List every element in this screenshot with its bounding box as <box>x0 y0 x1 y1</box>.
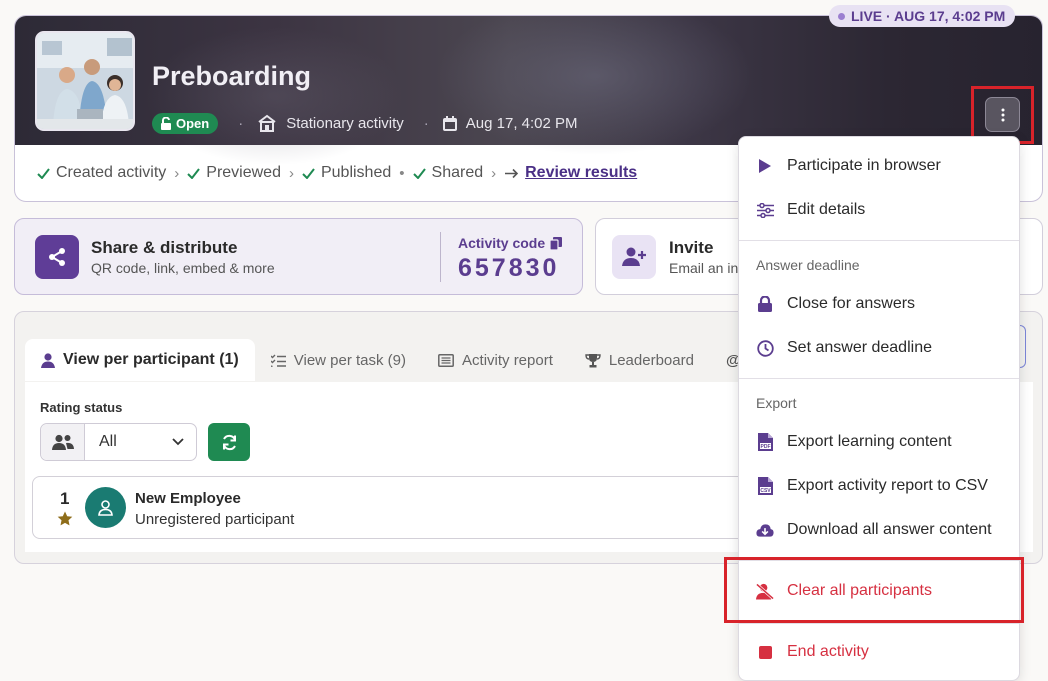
menu-item-close-answers[interactable]: Close for answers <box>756 292 915 316</box>
menu-divider <box>739 240 1019 241</box>
chevron-down-icon <box>172 438 184 446</box>
avatar <box>85 487 126 528</box>
building-icon <box>258 114 276 132</box>
svg-text:PDF: PDF <box>760 444 770 450</box>
sliders-icon <box>756 202 774 218</box>
tab-view-per-participant[interactable]: View per participant (1) <box>25 339 255 381</box>
menu-divider <box>739 378 1019 379</box>
check-icon <box>187 167 201 179</box>
invite-title: Invite <box>669 238 714 257</box>
activity-date: Aug 17, 4:02 PM <box>442 115 578 132</box>
rating-status-value: All <box>99 433 117 450</box>
bullet-icon: • <box>399 164 405 182</box>
step-published: Published <box>302 164 391 182</box>
user-icon <box>41 352 55 368</box>
status-badge: Open <box>152 112 219 134</box>
activity-title: Preboarding <box>152 61 312 91</box>
star-icon <box>57 511 73 526</box>
unlock-icon <box>161 116 171 130</box>
cloud-download-icon <box>756 523 774 538</box>
chevron-right-icon: › <box>288 164 294 182</box>
svg-text:CSV: CSV <box>760 488 771 494</box>
checklist-icon <box>270 354 286 367</box>
clock-icon <box>756 339 774 357</box>
menu-item-end-activity[interactable]: End activity <box>756 640 869 664</box>
rating-status-label: Rating status <box>40 400 123 415</box>
live-badge: LIVE · AUG 17, 4:02 PM <box>829 5 1016 27</box>
live-dot-icon <box>838 12 845 20</box>
divider <box>440 232 441 282</box>
menu-item-export-learning[interactable]: PDF Export learning content <box>756 430 952 454</box>
menu-item-export-csv[interactable]: CSV Export activity report to CSV <box>756 474 988 498</box>
menu-item-edit-details[interactable]: Edit details <box>756 198 865 222</box>
menu-section-deadline: Answer deadline <box>756 257 860 273</box>
stop-icon <box>756 645 774 659</box>
activity-code-label: Activity code <box>458 235 563 251</box>
step-previewed: Previewed <box>187 164 281 182</box>
add-user-icon <box>612 235 656 279</box>
share-icon <box>35 235 79 279</box>
refresh-button[interactable] <box>208 423 250 461</box>
refresh-icon <box>222 434 236 450</box>
progress-steps: Created activity › Previewed › Published… <box>37 164 637 182</box>
lock-icon <box>756 296 774 312</box>
arrow-right-icon <box>505 168 519 178</box>
copy-icon[interactable] <box>550 236 563 250</box>
participant-rank: 1 <box>60 489 70 508</box>
participant-row[interactable]: 1 New Employee Unregistered participant <box>32 476 772 539</box>
step-shared: Shared <box>412 164 483 182</box>
report-icon <box>438 353 454 367</box>
tab-activity-report[interactable]: Activity report <box>422 339 569 381</box>
check-icon <box>412 167 426 179</box>
play-icon <box>756 159 774 173</box>
rating-status-select[interactable]: All <box>40 423 197 461</box>
menu-item-download-all[interactable]: Download all answer content <box>756 518 992 542</box>
review-results-link[interactable]: Review results <box>525 164 637 182</box>
csv-file-icon: CSV <box>756 477 774 495</box>
activity-type: Stationary activity <box>257 114 404 132</box>
share-title: Share & distribute <box>91 238 238 257</box>
clear-participants-highlight <box>724 557 1024 623</box>
participant-name: New Employee <box>135 490 241 507</box>
tab-view-per-task[interactable]: View per task (9) <box>255 339 422 381</box>
step-created: Created activity <box>37 164 166 182</box>
share-distribute-card[interactable]: Share & distribute QR code, link, embed … <box>14 218 583 295</box>
step-review[interactable]: Review results <box>504 164 637 182</box>
check-icon <box>37 167 50 179</box>
check-icon <box>302 167 315 179</box>
results-tabs: View per participant (1) View per task (… <box>25 339 757 381</box>
tab-leaderboard[interactable]: Leaderboard <box>569 339 710 381</box>
users-icon <box>41 424 85 460</box>
menu-item-set-deadline[interactable]: Set answer deadline <box>756 336 932 360</box>
menu-item-participate[interactable]: Participate in browser <box>756 154 941 178</box>
menu-divider <box>739 623 1019 624</box>
user-outline-icon <box>98 499 113 516</box>
share-subtitle: QR code, link, embed & more <box>91 260 275 276</box>
menu-section-export: Export <box>756 395 797 411</box>
chevron-right-icon: › <box>174 164 180 182</box>
activity-meta: Open · Stationary activity · Aug 17, 4:0… <box>152 112 578 134</box>
trophy-icon <box>585 353 601 367</box>
invite-subtitle: Email an in <box>669 260 739 276</box>
participant-status: Unregistered participant <box>135 511 295 528</box>
activity-code-value: 657830 <box>458 254 560 282</box>
activity-thumbnail[interactable] <box>35 31 135 131</box>
chevron-right-icon: › <box>491 164 497 182</box>
calendar-icon <box>442 115 457 131</box>
pdf-file-icon: PDF <box>756 433 774 451</box>
